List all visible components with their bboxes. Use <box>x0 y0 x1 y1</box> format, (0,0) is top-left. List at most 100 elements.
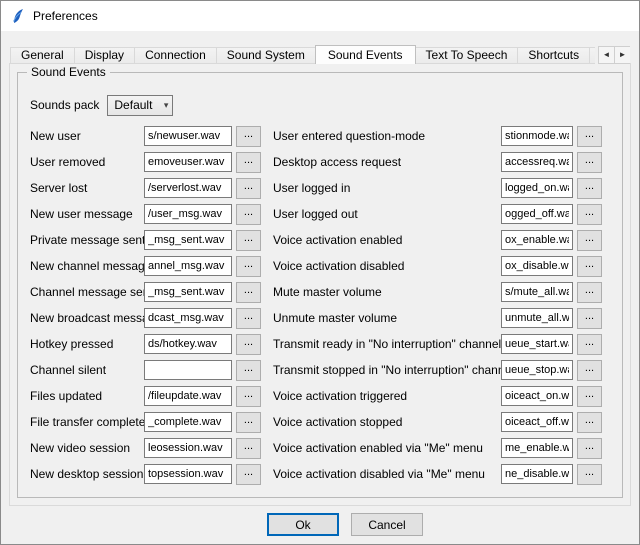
sound-event-label: Transmit stopped in "No interruption" ch… <box>273 363 501 377</box>
sound-event-label: New desktop session <box>30 467 144 481</box>
sound-event-label: New broadcast message <box>30 311 144 325</box>
browse-button[interactable]: ... <box>236 464 261 485</box>
browse-button[interactable]: ... <box>236 282 261 303</box>
browse-button[interactable]: ... <box>236 256 261 277</box>
browse-button[interactable]: ... <box>577 308 602 329</box>
sound-event-label: Channel message sent <box>30 285 144 299</box>
tab-sound-system[interactable]: Sound System <box>216 47 316 64</box>
ok-button[interactable]: Ok <box>267 513 339 536</box>
sound-event-label: User entered question-mode <box>273 129 501 143</box>
sound-event-label: User logged out <box>273 207 501 221</box>
browse-button[interactable]: ... <box>577 386 602 407</box>
sound-event-row: Voice activation triggered ... <box>273 383 602 409</box>
sound-file-input[interactable] <box>144 360 232 380</box>
tab-scroll-right-button[interactable]: ► <box>614 46 630 64</box>
sound-file-input[interactable] <box>144 334 232 354</box>
browse-button[interactable]: ... <box>577 256 602 277</box>
sound-file-input[interactable] <box>144 386 232 406</box>
sound-file-input[interactable] <box>144 178 232 198</box>
browse-button[interactable]: ... <box>236 126 261 147</box>
sound-file-input[interactable] <box>144 412 232 432</box>
window-title: Preferences <box>33 9 98 23</box>
sound-event-row: Voice activation stopped ... <box>273 409 602 435</box>
sound-file-input[interactable] <box>501 412 573 432</box>
browse-button[interactable]: ... <box>577 152 602 173</box>
browse-button[interactable]: ... <box>236 204 261 225</box>
browse-button[interactable]: ... <box>236 308 261 329</box>
sound-file-input[interactable] <box>144 126 232 146</box>
browse-button[interactable]: ... <box>577 334 602 355</box>
sound-file-input[interactable] <box>501 334 573 354</box>
sound-file-input[interactable] <box>144 256 232 276</box>
sound-event-label: New video session <box>30 441 144 455</box>
browse-button[interactable]: ... <box>236 412 261 433</box>
sound-file-input[interactable] <box>144 152 232 172</box>
sound-event-label: Voice activation stopped <box>273 415 501 429</box>
sounds-pack-combobox[interactable]: Default ▾ <box>107 95 173 116</box>
sound-file-input[interactable] <box>144 204 232 224</box>
tab-shortcuts[interactable]: Shortcuts <box>517 47 590 64</box>
tab-connection[interactable]: Connection <box>134 47 217 64</box>
browse-button[interactable]: ... <box>236 386 261 407</box>
sound-file-input[interactable] <box>144 438 232 458</box>
sound-file-input[interactable] <box>501 282 573 302</box>
browse-button[interactable]: ... <box>577 360 602 381</box>
sound-file-input[interactable] <box>501 178 573 198</box>
sound-file-input[interactable] <box>144 230 232 250</box>
tab-label: Sound System <box>227 48 305 62</box>
sound-file-input[interactable] <box>144 282 232 302</box>
browse-button[interactable]: ... <box>577 126 602 147</box>
sound-file-input[interactable] <box>501 152 573 172</box>
sound-event-label: Hotkey pressed <box>30 337 144 351</box>
sound-event-label: User logged in <box>273 181 501 195</box>
chevron-down-icon: ▾ <box>164 100 169 111</box>
browse-button[interactable]: ... <box>236 230 261 251</box>
sound-file-input[interactable] <box>144 308 232 328</box>
sound-file-input[interactable] <box>501 204 573 224</box>
tab-scroll-left-button[interactable]: ◄ <box>598 46 615 64</box>
sound-file-input[interactable] <box>501 464 573 484</box>
browse-button[interactable]: ... <box>577 282 602 303</box>
sound-file-input[interactable] <box>501 256 573 276</box>
tab-label: Display <box>85 48 124 62</box>
tab-text-to-speech[interactable]: Text To Speech <box>415 47 519 64</box>
sound-events-right-column: User entered question-mode ... Desktop a… <box>273 123 602 487</box>
sound-file-input[interactable] <box>501 386 573 406</box>
sound-file-input[interactable] <box>501 438 573 458</box>
tab-label: Text To Speech <box>426 48 508 62</box>
sound-file-input[interactable] <box>501 230 573 250</box>
sounds-pack-value: Default <box>114 98 152 112</box>
tab-display[interactable]: Display <box>74 47 135 64</box>
sound-event-label: File transfer complete <box>30 415 144 429</box>
browse-button[interactable]: ... <box>577 438 602 459</box>
sound-event-label: Voice activation disabled <box>273 259 501 273</box>
sound-file-input[interactable] <box>501 308 573 328</box>
tab-general[interactable]: General <box>10 47 75 64</box>
tab-sound-events[interactable]: Sound Events <box>315 45 416 64</box>
browse-button[interactable]: ... <box>236 438 261 459</box>
groupbox-content: Sounds pack Default ▾ New user ... User … <box>30 87 616 493</box>
cancel-button[interactable]: Cancel <box>351 513 423 536</box>
app-icon <box>10 8 26 24</box>
sound-event-label: Mute master volume <box>273 285 501 299</box>
sound-event-label: Desktop access request <box>273 155 501 169</box>
browse-button[interactable]: ... <box>577 204 602 225</box>
sound-event-row: New desktop session ... <box>30 461 261 487</box>
sound-event-row: User logged in ... <box>273 175 602 201</box>
browse-button[interactable]: ... <box>236 152 261 173</box>
tab-strip: General Display Connection Sound System … <box>10 44 630 64</box>
sound-file-input[interactable] <box>501 126 573 146</box>
sound-file-input[interactable] <box>144 464 232 484</box>
sound-event-row: Transmit stopped in "No interruption" ch… <box>273 357 602 383</box>
browse-button[interactable]: ... <box>577 412 602 433</box>
sound-file-input[interactable] <box>501 360 573 380</box>
preferences-window: Preferences General Display Connection S… <box>0 0 640 545</box>
browse-button[interactable]: ... <box>577 178 602 199</box>
browse-button[interactable]: ... <box>577 230 602 251</box>
browse-button[interactable]: ... <box>236 360 261 381</box>
browse-button[interactable]: ... <box>236 334 261 355</box>
sound-event-label: Voice activation disabled via "Me" menu <box>273 467 501 481</box>
browse-button[interactable]: ... <box>236 178 261 199</box>
browse-button[interactable]: ... <box>577 464 602 485</box>
titlebar[interactable]: Preferences <box>1 1 639 31</box>
